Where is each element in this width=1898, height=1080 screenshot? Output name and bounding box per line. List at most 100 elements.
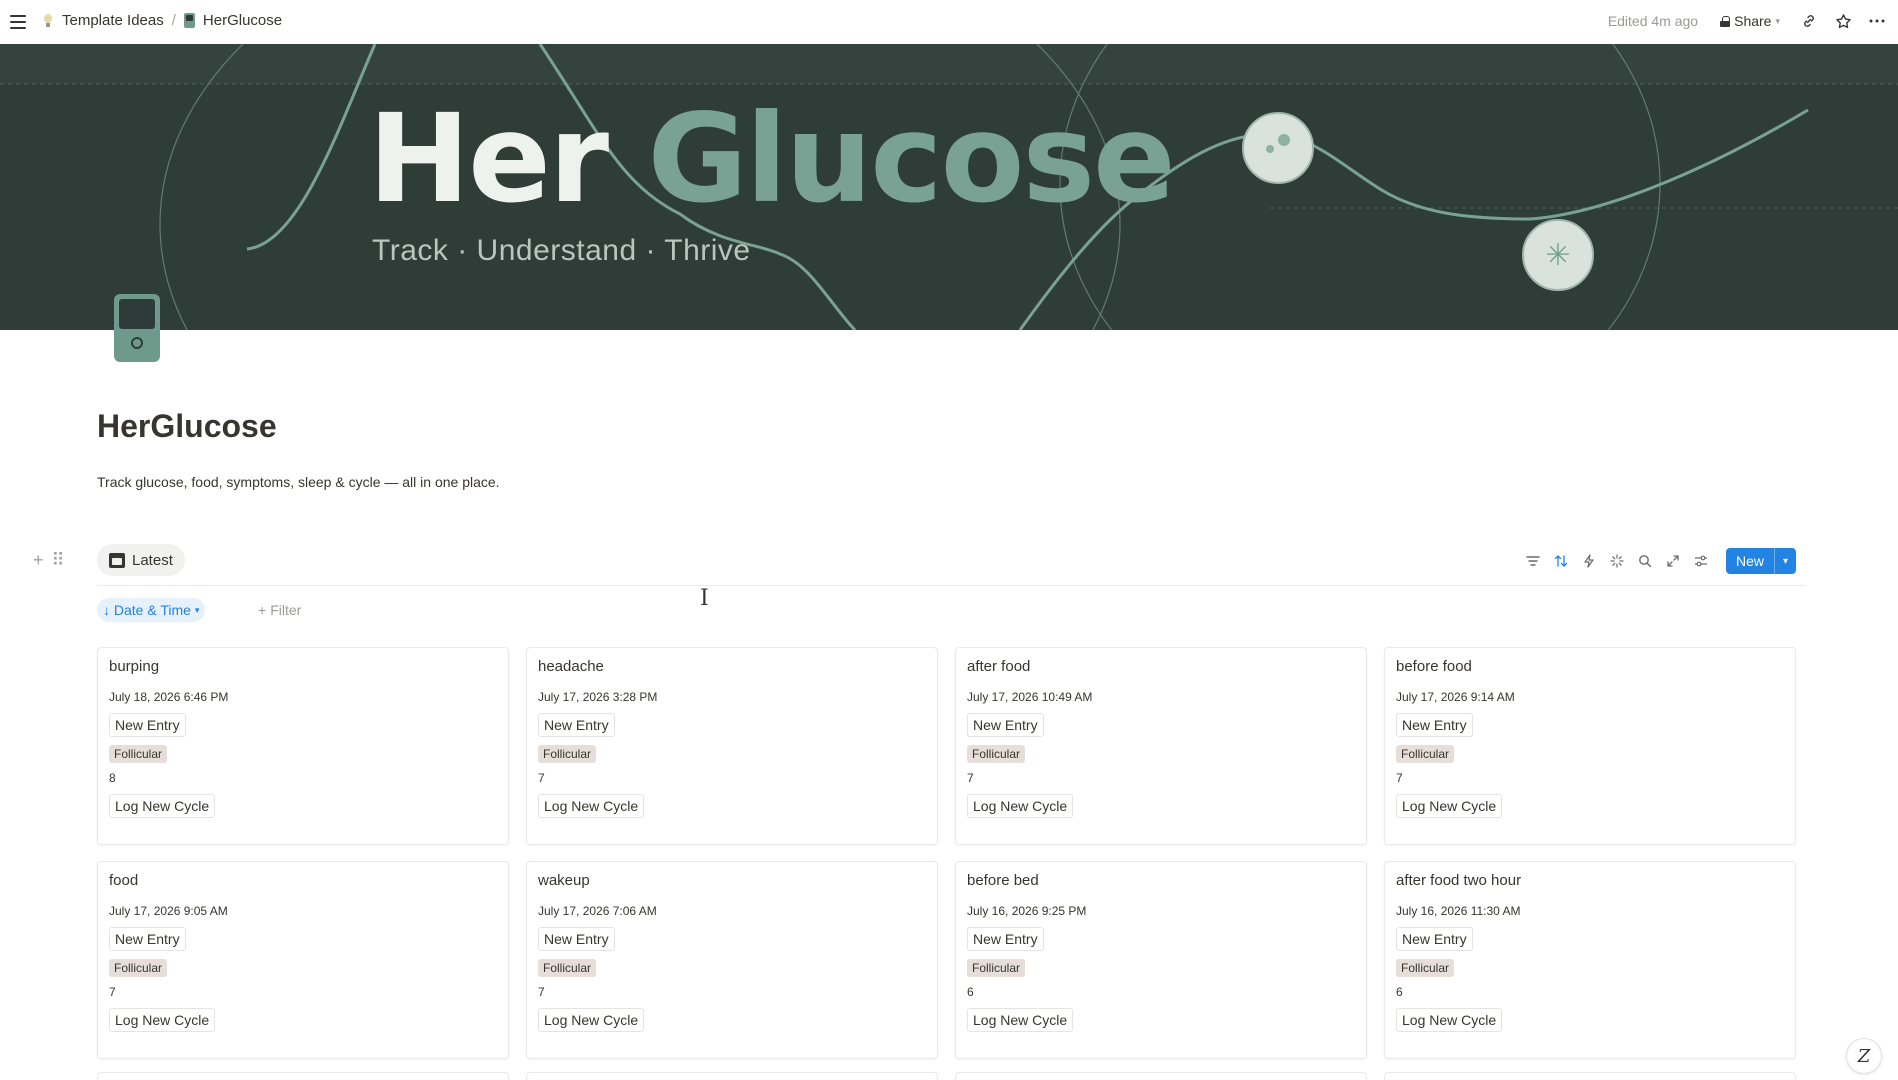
calendar-icon: [109, 552, 125, 568]
lock-icon: [1720, 15, 1731, 27]
drag-handle-icon[interactable]: ⠿: [52, 550, 65, 571]
svg-text:✳: ✳: [1545, 238, 1570, 273]
card-value: 7: [109, 985, 116, 999]
new-button[interactable]: New: [1726, 548, 1774, 574]
card-value: 7: [538, 985, 545, 999]
card-log-cycle-button[interactable]: Log New Cycle: [538, 794, 645, 818]
database-divider: [97, 585, 1806, 586]
gallery-card[interactable]: food July 17, 2026 9:05 AM New Entry Fol…: [97, 861, 509, 1059]
new-dropdown-chevron-icon[interactable]: ▾: [1774, 548, 1796, 574]
block-handles: + ⠿: [33, 550, 65, 571]
page-cover: ✳ Her Glucose Track · Understand · Thriv…: [0, 44, 1898, 330]
more-icon[interactable]: [1866, 10, 1888, 32]
chevron-down-icon: ▾: [194, 604, 200, 615]
view-tab-latest[interactable]: Latest: [97, 544, 185, 576]
card-title: food: [109, 872, 139, 889]
share-button[interactable]: Share ▾: [1714, 10, 1786, 32]
card-entry-relation[interactable]: New Entry: [109, 713, 186, 737]
plus-icon: +: [258, 602, 267, 618]
card-entry-relation[interactable]: New Entry: [109, 927, 186, 951]
database-tools: New ▾: [1524, 548, 1796, 574]
card-entry-relation[interactable]: New Entry: [538, 927, 615, 951]
card-phase-tag: Follicular: [109, 959, 168, 977]
gallery-card[interactable]: before food July 17, 2026 9:14 AM New En…: [1384, 647, 1796, 845]
card-phase-tag: Follicular: [538, 745, 597, 763]
card-value: 7: [967, 771, 974, 785]
search-icon[interactable]: [1636, 549, 1654, 573]
cover-title-glucose: Glucose: [647, 88, 1176, 230]
new-button-group: New ▾: [1725, 548, 1796, 574]
gallery-card-peek[interactable]: [97, 1072, 509, 1080]
card-phase-tag: Follicular: [1396, 959, 1455, 977]
top-bar: Template Ideas / HerGlucose Edited 4m ag…: [0, 0, 1898, 44]
edited-timestamp: Edited 4m ago: [1607, 13, 1699, 29]
breadcrumb-label: HerGlucose: [202, 12, 283, 29]
automation-icon[interactable]: [1580, 549, 1598, 573]
gallery-card[interactable]: wakeup July 17, 2026 7:06 AM New Entry F…: [526, 861, 938, 1059]
gallery-next-row-peek: [97, 1072, 1797, 1080]
page-title: HerGlucose: [97, 408, 277, 444]
card-entry-relation[interactable]: New Entry: [1396, 713, 1473, 737]
card-log-cycle-button[interactable]: Log New Cycle: [109, 1008, 216, 1032]
sort-icon[interactable]: [1552, 549, 1570, 573]
menu-icon[interactable]: [8, 12, 28, 32]
card-log-cycle-button[interactable]: Log New Cycle: [967, 794, 1074, 818]
card-log-cycle-button[interactable]: Log New Cycle: [1396, 794, 1503, 818]
chevron-down-icon: ▾: [1775, 15, 1780, 26]
card-date: July 17, 2026 7:06 AM: [538, 904, 657, 918]
breadcrumb-separator: /: [171, 12, 176, 29]
card-log-cycle-button[interactable]: Log New Cycle: [967, 1008, 1074, 1032]
card-entry-relation[interactable]: New Entry: [967, 713, 1044, 737]
card-date: July 16, 2026 9:25 PM: [967, 904, 1087, 918]
expand-icon[interactable]: [1664, 549, 1682, 573]
gallery-card[interactable]: headache July 17, 2026 3:28 PM New Entry…: [526, 647, 938, 845]
card-log-cycle-button[interactable]: Log New Cycle: [1396, 1008, 1503, 1032]
glucose-meter-icon: [183, 13, 195, 28]
add-block-icon[interactable]: +: [33, 550, 44, 571]
breadcrumb-item-herglucose[interactable]: HerGlucose: [183, 12, 283, 29]
view-tab-label: Latest: [132, 551, 173, 569]
card-log-cycle-button[interactable]: Log New Cycle: [538, 1008, 645, 1032]
text-cursor-icon: I: [700, 586, 709, 611]
card-entry-relation[interactable]: New Entry: [1396, 927, 1473, 951]
filter-icon[interactable]: [1524, 549, 1542, 573]
glucose-meter-icon[interactable]: [114, 294, 160, 362]
breadcrumb-item-template-ideas[interactable]: Template Ideas: [42, 12, 164, 29]
card-title: burping: [109, 658, 160, 675]
star-icon[interactable]: [1832, 10, 1854, 32]
card-title: before bed: [967, 872, 1039, 889]
breadcrumb: Template Ideas / HerGlucose: [42, 12, 282, 29]
card-value: 7: [1396, 771, 1403, 785]
card-log-cycle-button[interactable]: Log New Cycle: [109, 794, 216, 818]
card-entry-relation[interactable]: New Entry: [538, 713, 615, 737]
gallery-card-peek[interactable]: [955, 1072, 1367, 1080]
filter-label: Filter: [270, 602, 302, 618]
gallery-card[interactable]: after food two hour July 16, 2026 11:30 …: [1384, 861, 1796, 1059]
gallery-card-peek[interactable]: [1384, 1072, 1796, 1080]
card-value: 6: [967, 985, 974, 999]
cover-title: Her Glucose: [368, 92, 1176, 226]
ai-sparkle-icon[interactable]: [1608, 549, 1626, 573]
card-value: 8: [109, 771, 116, 785]
gallery-card[interactable]: after food July 17, 2026 10:49 AM New En…: [955, 647, 1367, 845]
settings-sliders-icon[interactable]: [1692, 549, 1710, 573]
sort-chip[interactable]: ↓ Date & Time ▾: [97, 598, 206, 622]
card-title: before food: [1396, 658, 1472, 675]
cover-subtitle: Track · Understand · Thrive: [372, 234, 751, 267]
page-description: Track glucose, food, symptoms, sleep & c…: [97, 474, 500, 490]
card-date: July 16, 2026 11:30 AM: [1396, 904, 1521, 918]
link-icon[interactable]: [1798, 10, 1820, 32]
card-phase-tag: Follicular: [967, 959, 1026, 977]
meter-button: [131, 337, 143, 349]
add-filter-button[interactable]: + Filter: [258, 598, 301, 622]
gallery-card-peek[interactable]: [526, 1072, 938, 1080]
card-phase-tag: Follicular: [109, 745, 168, 763]
card-date: July 18, 2026 6:46 PM: [109, 690, 229, 704]
gallery-card[interactable]: burping July 18, 2026 6:46 PM New Entry …: [97, 647, 509, 845]
card-date: July 17, 2026 10:49 AM: [967, 690, 1093, 704]
card-entry-relation[interactable]: New Entry: [967, 927, 1044, 951]
card-value: 7: [538, 771, 545, 785]
gallery-card[interactable]: before bed July 16, 2026 9:25 PM New Ent…: [955, 861, 1367, 1059]
notion-ai-icon[interactable]: Z: [1846, 1038, 1882, 1074]
card-date: July 17, 2026 9:05 AM: [109, 904, 228, 918]
